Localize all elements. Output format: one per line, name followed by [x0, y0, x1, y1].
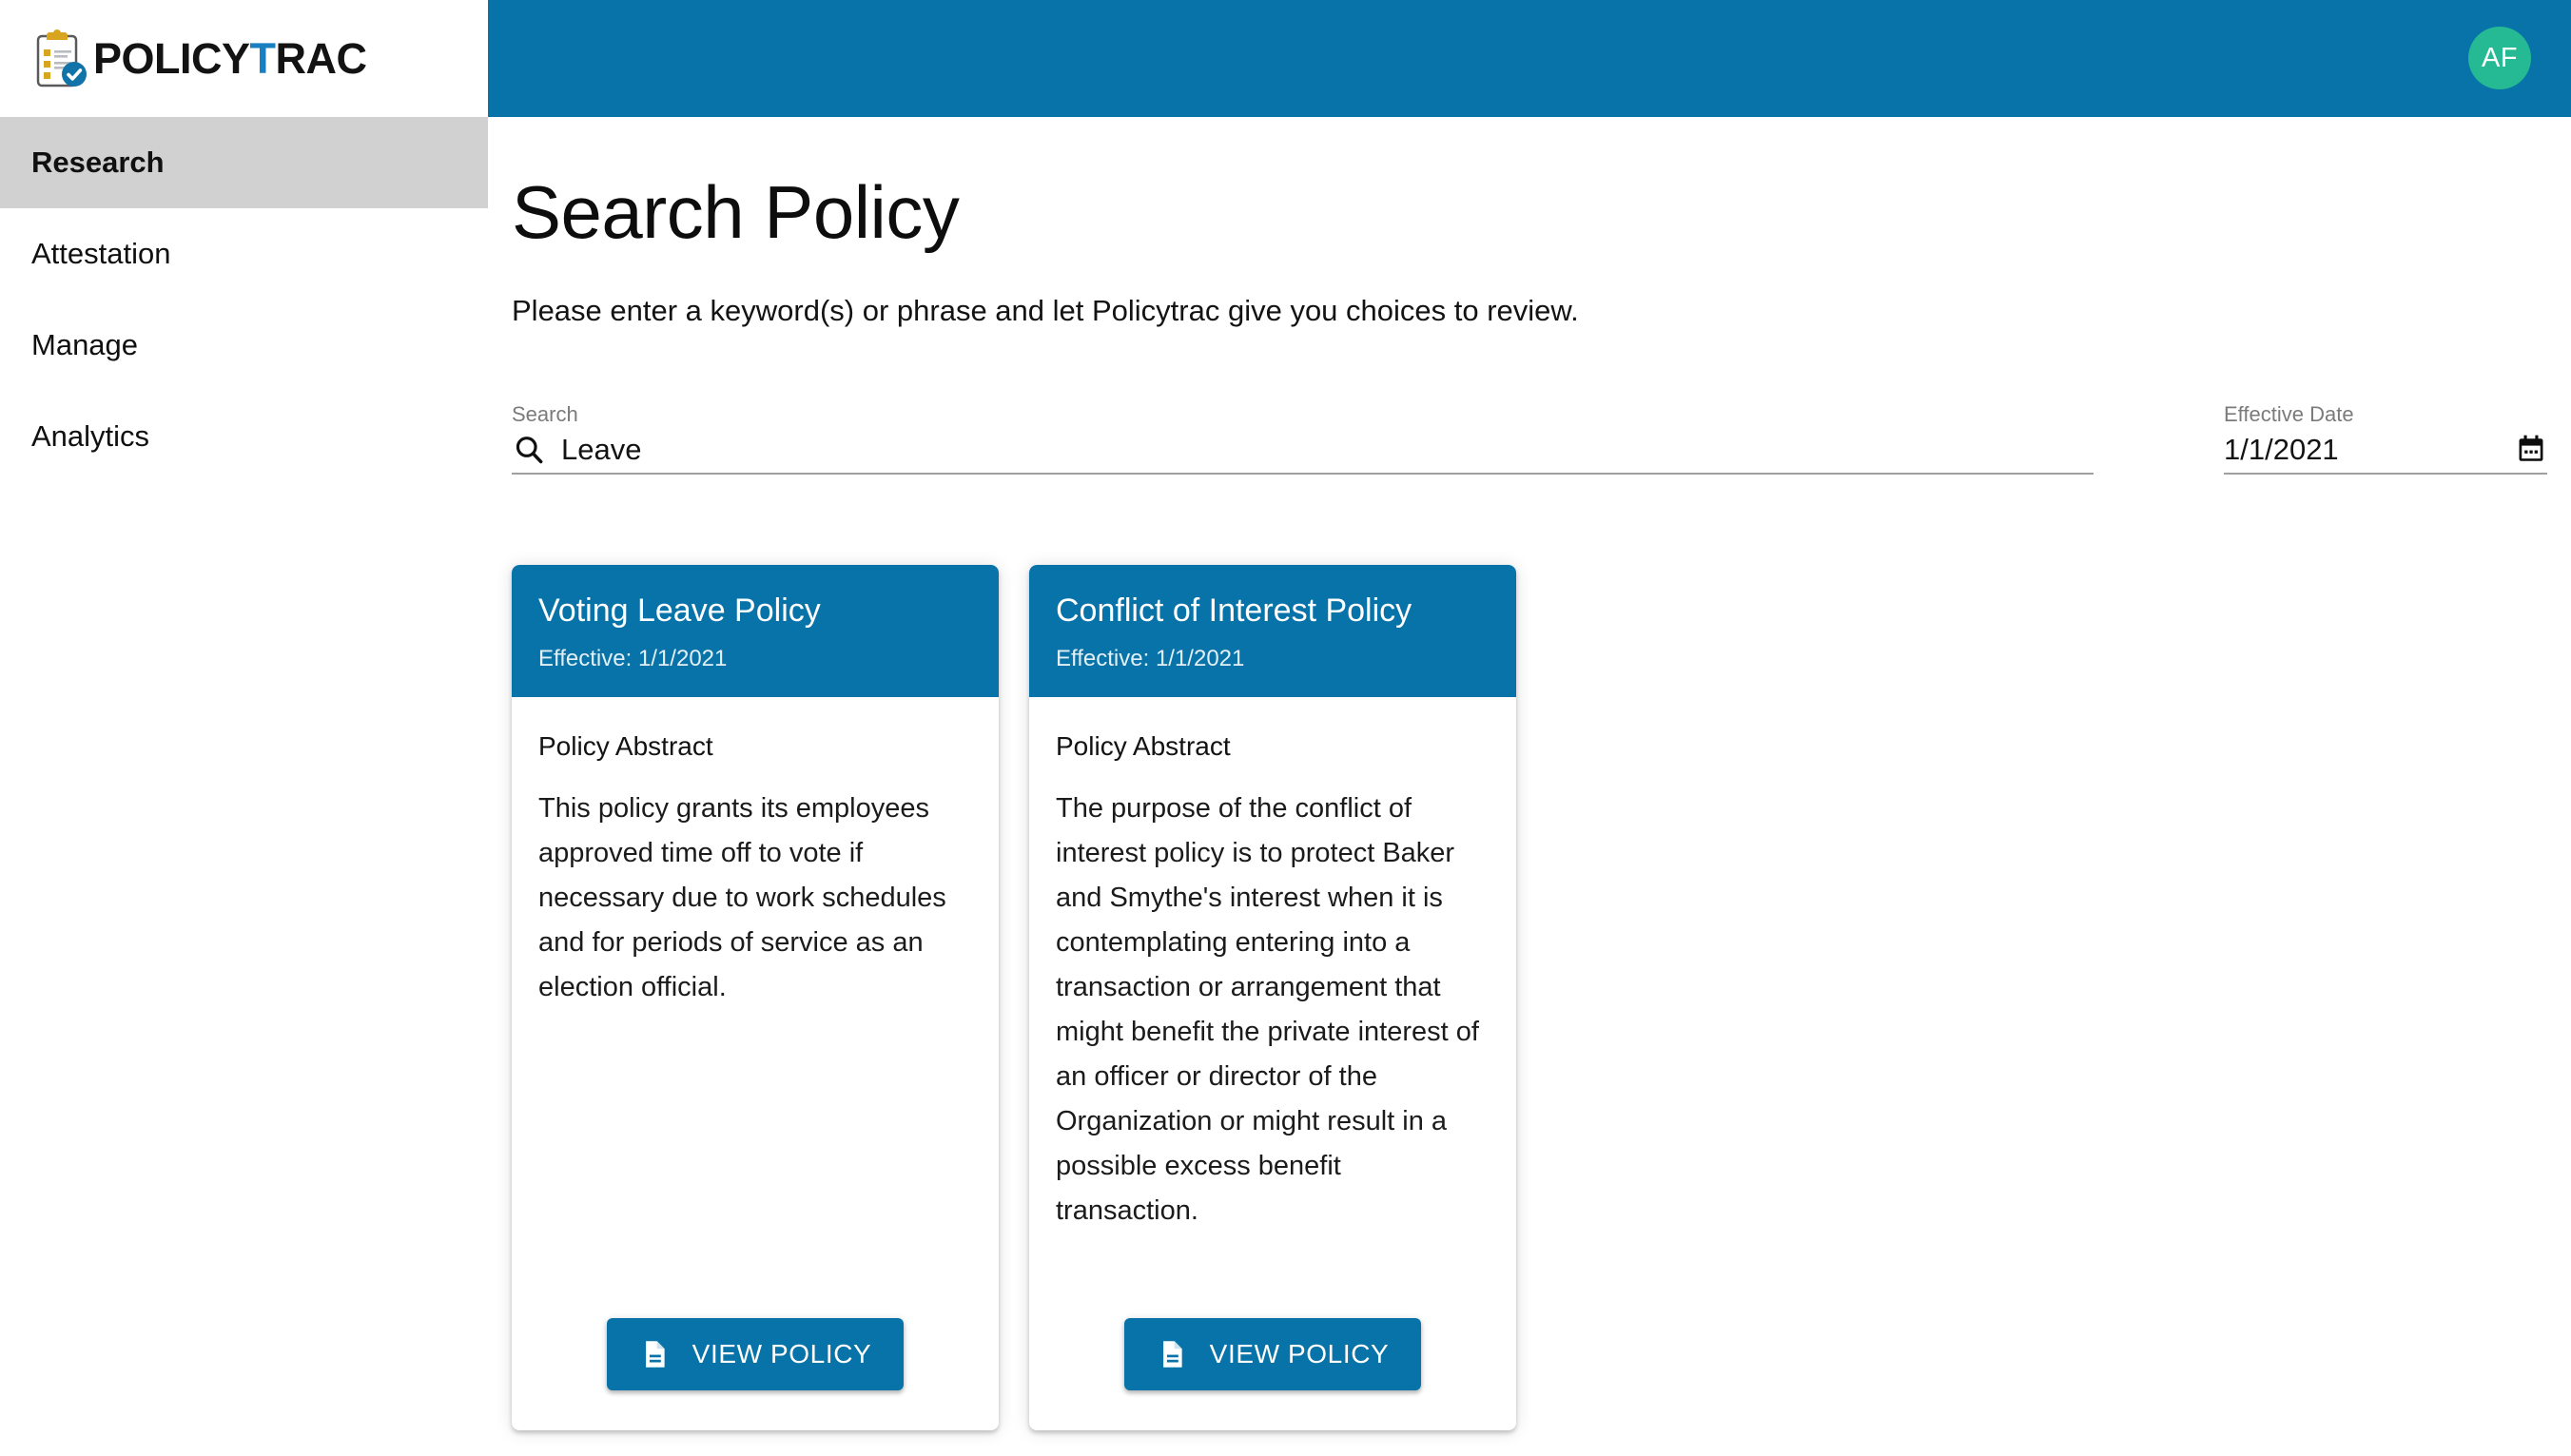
brand-name: POLICYTRAC [93, 34, 367, 84]
top-header-bar: AF [488, 0, 2571, 117]
policy-effective-date: Effective: 1/1/2021 [538, 646, 728, 671]
document-icon [639, 1336, 672, 1372]
app-root: POLICYTRAC AF Research Attestation Manag… [0, 0, 2571, 1456]
policy-card-body: Policy Abstract The purpose of the confl… [1029, 697, 1516, 1293]
policy-card-actions: VIEW POLICY [512, 1293, 999, 1430]
sidebar-item-research[interactable]: Research [0, 117, 488, 208]
brand-name-part2: RAC [275, 33, 368, 83]
policy-title: Conflict of Interest Policy [1056, 592, 1412, 629]
calendar-icon[interactable] [2515, 433, 2547, 465]
search-input-line[interactable] [512, 427, 2094, 475]
policy-card[interactable]: Voting Leave Policy Effective: 1/1/2021 … [512, 565, 999, 1430]
view-policy-button-label: VIEW POLICY [691, 1339, 872, 1369]
policy-abstract-label: Policy Abstract [538, 731, 713, 761]
search-field-group: Search [512, 402, 2094, 475]
effective-date-input[interactable] [2224, 433, 2547, 467]
policy-results-list: Voting Leave Policy Effective: 1/1/2021 … [512, 565, 1516, 1430]
policy-abstract-label: Policy Abstract [1056, 731, 1231, 761]
sidebar-item-label: Manage [31, 328, 139, 361]
policy-card[interactable]: Conflict of Interest Policy Effective: 1… [1029, 565, 1516, 1430]
brand-name-part1: POLICY [93, 33, 250, 83]
policy-abstract-text: The purpose of the conflict of interest … [1056, 793, 1479, 1226]
policy-abstract-text: This policy grants its employees approve… [538, 793, 946, 1002]
policy-effective-date: Effective: 1/1/2021 [1056, 646, 1245, 671]
sidebar-item-analytics[interactable]: Analytics [0, 391, 488, 482]
main-content: Search Policy Please enter a keyword(s) … [488, 117, 2571, 1456]
avatar[interactable]: AF [2468, 27, 2531, 89]
view-policy-button[interactable]: VIEW POLICY [606, 1318, 905, 1390]
avatar-initials: AF [2481, 42, 2519, 73]
policy-card-body: Policy Abstract This policy grants its e… [512, 697, 999, 1293]
brand-name-accent: T [249, 33, 277, 83]
effective-date-field-group: Effective Date [2224, 402, 2547, 475]
sidebar-item-attestation[interactable]: Attestation [0, 208, 488, 300]
page-title: Search Policy [512, 170, 960, 254]
effective-date-input-line[interactable] [2224, 427, 2547, 475]
document-icon [1157, 1336, 1189, 1372]
brand-logo[interactable]: POLICYTRAC [0, 0, 488, 117]
view-policy-button[interactable]: VIEW POLICY [1123, 1318, 1422, 1390]
policy-card-header: Conflict of Interest Policy Effective: 1… [1029, 565, 1516, 697]
sidebar-item-label: Attestation [31, 237, 171, 270]
effective-date-label: Effective Date [2224, 402, 2354, 426]
sidebar-nav: Research Attestation Manage Analytics [0, 117, 488, 1456]
policy-card-header: Voting Leave Policy Effective: 1/1/2021 [512, 565, 999, 697]
policy-title: Voting Leave Policy [538, 592, 821, 629]
search-form: Search Effective Date [512, 402, 2547, 488]
sidebar-item-label: Analytics [31, 419, 150, 453]
sidebar-item-manage[interactable]: Manage [0, 300, 488, 391]
search-icon [512, 433, 546, 467]
view-policy-button-label: VIEW POLICY [1209, 1339, 1390, 1369]
search-label: Search [512, 402, 578, 426]
policy-card-actions: VIEW POLICY [1029, 1293, 1516, 1430]
sidebar-item-label: Research [31, 146, 165, 179]
page-subtitle: Please enter a keyword(s) or phrase and … [512, 294, 1579, 327]
search-input[interactable] [561, 433, 2094, 467]
clipboard-check-icon [32, 29, 89, 89]
